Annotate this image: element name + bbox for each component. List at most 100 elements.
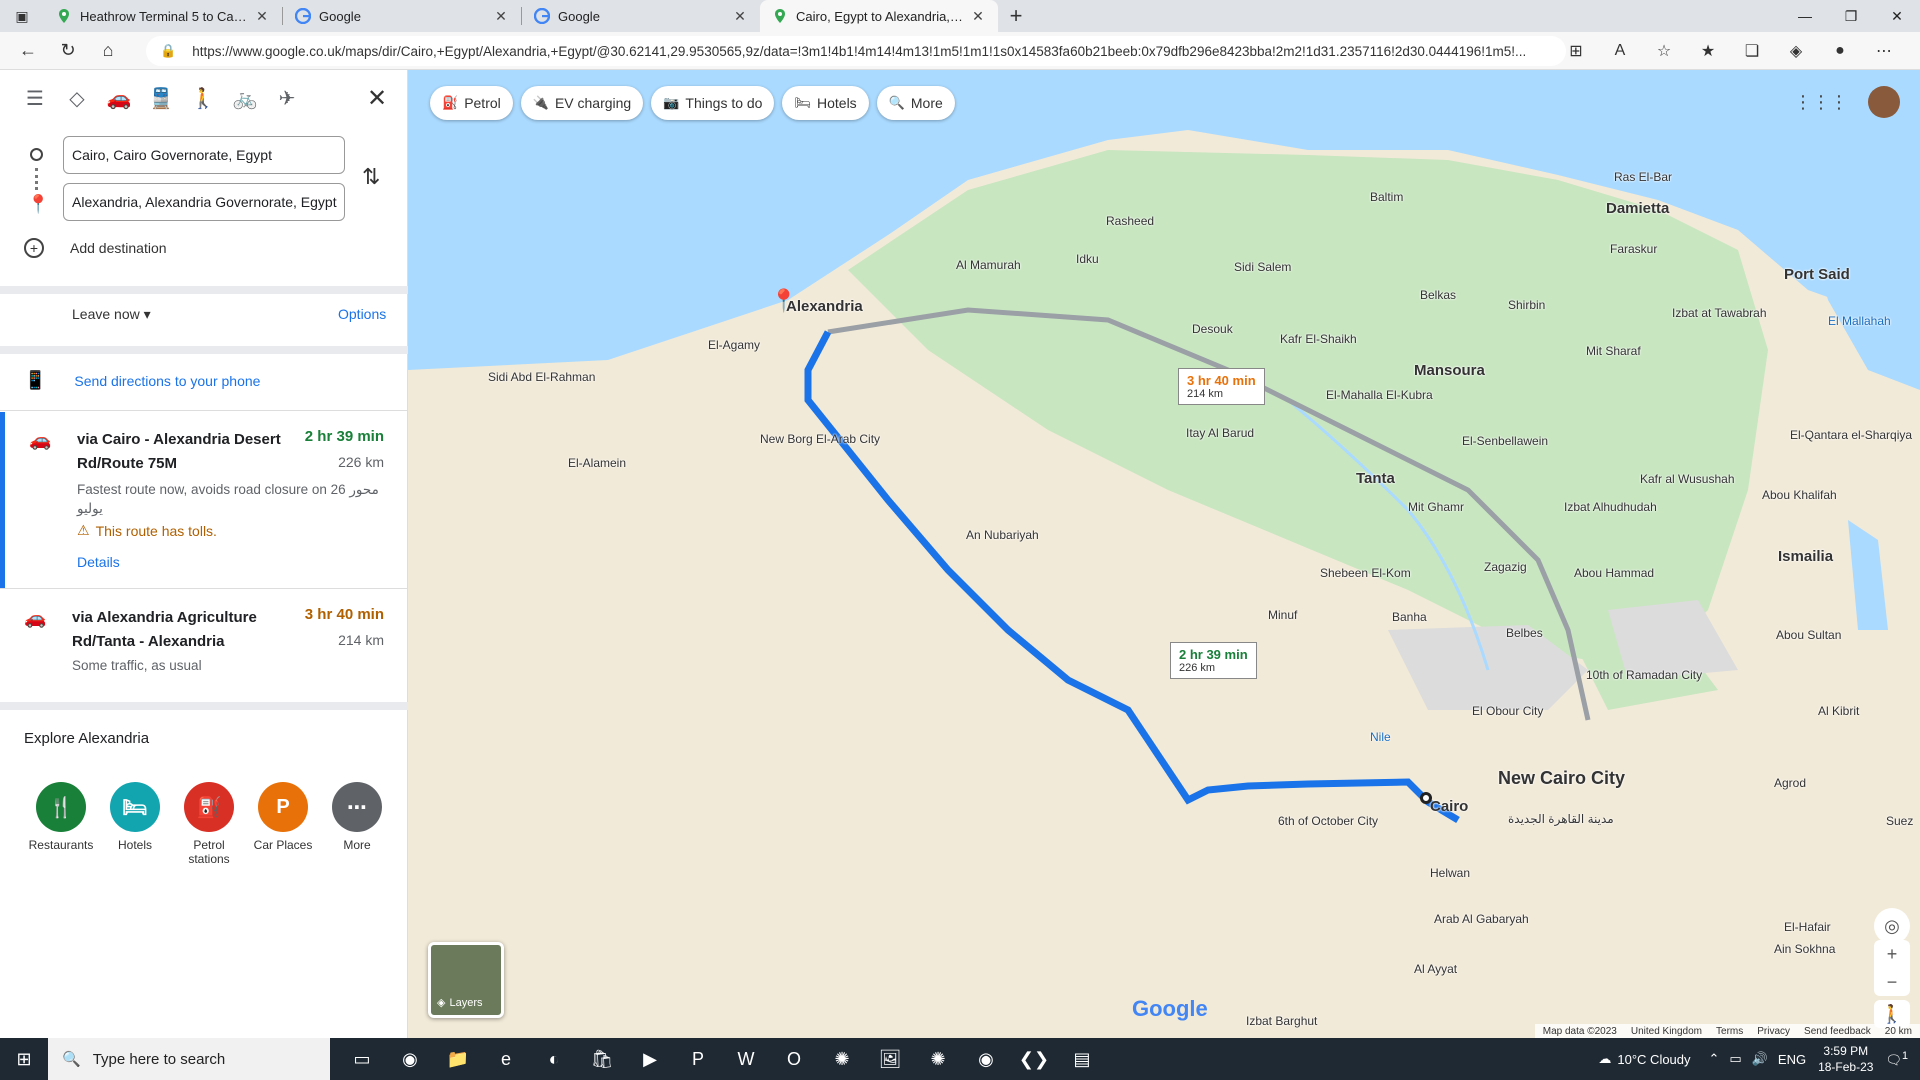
scale-bar[interactable]: 20 km [1885, 1026, 1912, 1037]
settings-more-icon[interactable]: ⋯ [1862, 41, 1906, 61]
menu-icon[interactable]: ☰ [14, 82, 56, 114]
route-option-1[interactable]: 🚗 via Alexandria Agriculture Rd/Tanta - … [0, 590, 408, 680]
url-bar[interactable]: 🔒 https://www.google.co.uk/maps/dir/Cair… [146, 36, 1566, 66]
place-damietta[interactable]: Damietta [1606, 200, 1669, 217]
volume-icon[interactable]: 🔊 [1752, 1051, 1768, 1067]
place-el-mahalla[interactable]: El-Mahalla El-Kubra [1326, 388, 1433, 402]
car-mode-icon[interactable]: 🚗 [98, 82, 140, 114]
tab-0[interactable]: Heathrow Terminal 5 to Cairo, Eg ✕ [44, 0, 282, 32]
transit-mode-icon[interactable]: 🚆 [140, 82, 182, 114]
media-player-icon[interactable]: ▶ [626, 1038, 674, 1080]
privacy-link[interactable]: Privacy [1757, 1026, 1790, 1037]
send-directions-button[interactable]: 📱 Send directions to your phone [24, 370, 260, 391]
windows-start-icon[interactable]: ⊞ [0, 1049, 48, 1070]
home-icon[interactable]: ⌂ [88, 32, 128, 70]
place-kafr-el-shaikh[interactable]: Kafr El-Shaikh [1280, 332, 1357, 346]
place-al-mamurah[interactable]: Al Mamurah [956, 258, 1021, 272]
category-restaurants[interactable]: 🍴 Restaurants [24, 782, 98, 866]
chip-hotels[interactable]: 🛏 Hotels [782, 86, 869, 120]
chip-petrol[interactable]: ⛽ Petrol [430, 86, 513, 120]
place-helwan[interactable]: Helwan [1430, 866, 1470, 880]
chrome-2-icon[interactable]: ◉ [962, 1038, 1010, 1080]
lock-icon[interactable]: 🔒 [160, 43, 176, 59]
region-link[interactable]: United Kingdom [1631, 1026, 1702, 1037]
zoom-out-icon[interactable]: − [1874, 968, 1910, 996]
place-itay-al-barud[interactable]: Itay Al Barud [1186, 426, 1254, 440]
terms-link[interactable]: Terms [1716, 1026, 1743, 1037]
send-feedback-link[interactable]: Send feedback [1804, 1026, 1871, 1037]
leave-now-dropdown[interactable]: Leave now ▾ [72, 306, 151, 323]
category-more[interactable]: ⋯ More [320, 782, 394, 866]
restore-icon[interactable]: ❐ [1828, 0, 1874, 32]
route-box-alt[interactable]: 3 hr 40 min 214 km [1178, 368, 1265, 405]
outlook-icon[interactable]: O [770, 1038, 818, 1080]
place-suez[interactable]: Suez [1886, 814, 1913, 828]
place-el-hafair[interactable]: El-Hafair [1784, 920, 1831, 934]
walk-mode-icon[interactable]: 🚶 [182, 82, 224, 114]
place-ramadan[interactable]: 10th of Ramadan City [1586, 668, 1702, 682]
layers-button[interactable]: ◈ Layers [428, 942, 504, 1018]
add-favorite-icon[interactable]: ☆ [1642, 41, 1686, 61]
place-minuf[interactable]: Minuf [1268, 608, 1297, 622]
place-belbes[interactable]: Belbes [1506, 626, 1543, 640]
destination-input[interactable]: Alexandria, Alexandria Governorate, Egyp… [63, 183, 345, 221]
chip-things-to-do[interactable]: 📷 Things to do [651, 86, 775, 120]
chatgpt-2-icon[interactable]: ✺ [914, 1038, 962, 1080]
place-port-said[interactable]: Port Said [1784, 266, 1850, 283]
map-canvas[interactable]: ⛽ Petrol 🔌 EV charging 📷 Things to do 🛏 Hote… [408, 70, 1920, 1038]
favorites-icon[interactable]: ★ [1686, 41, 1730, 61]
place-al-ayyat[interactable]: Al Ayyat [1414, 962, 1457, 976]
place-ain-sokhna[interactable]: Ain Sokhna [1774, 942, 1835, 956]
place-alexandria[interactable]: Alexandria [786, 298, 863, 315]
file-explorer-icon[interactable]: 📁 [434, 1038, 482, 1080]
place-el-senbellawein[interactable]: El-Senbellawein [1462, 434, 1548, 448]
place-an-nubariyah[interactable]: An Nubariyah [966, 528, 1039, 542]
place-sidi-salem[interactable]: Sidi Salem [1234, 260, 1291, 274]
place-faraskur[interactable]: Faraskur [1610, 242, 1657, 256]
place-mit-ghamr[interactable]: Mit Ghamr [1408, 500, 1464, 514]
profile-icon[interactable]: ● [1818, 42, 1862, 60]
place-mit-sharaf[interactable]: Mit Sharaf [1586, 344, 1641, 358]
close-tab-icon[interactable]: ✕ [493, 8, 509, 25]
category-petrol[interactable]: ⛽ Petrol stations [172, 782, 246, 866]
place-izbat-alhudhudah[interactable]: Izbat Alhudhudah [1564, 500, 1657, 514]
close-tab-icon[interactable]: ✕ [254, 8, 270, 25]
minimize-icon[interactable]: — [1782, 0, 1828, 32]
place-zagazig[interactable]: Zagazig [1484, 560, 1527, 574]
chrome-icon[interactable]: ◉ [386, 1038, 434, 1080]
tray-chevron-icon[interactable]: ⌃ [1709, 1051, 1720, 1067]
place-idku[interactable]: Idku [1076, 252, 1099, 266]
place-october[interactable]: 6th of October City [1278, 814, 1378, 828]
clock[interactable]: 3:59 PM 18-Feb-23 [1818, 1043, 1873, 1075]
place-new-cairo[interactable]: New Cairo City [1498, 768, 1625, 789]
place-shebeen[interactable]: Shebeen El-Kom [1320, 566, 1411, 580]
tab-3-active[interactable]: Cairo, Egypt to Alexandria, Egypt ✕ [760, 0, 998, 32]
my-location-icon[interactable]: ◎ [1874, 908, 1910, 944]
tab-actions-icon[interactable]: ▣ [0, 0, 44, 32]
place-sidi-abd-el-rahman[interactable]: Sidi Abd El-Rahman [488, 370, 595, 384]
origin-input[interactable]: Cairo, Cairo Governorate, Egypt [63, 136, 345, 174]
avatar[interactable] [1868, 86, 1900, 118]
back-icon[interactable]: ← [8, 32, 48, 70]
sticky-notes-icon[interactable]: ▤ [1058, 1038, 1106, 1080]
origin-marker-icon[interactable] [1420, 792, 1432, 804]
photos-icon[interactable]: 🖼 [866, 1038, 914, 1080]
tab-1[interactable]: Google ✕ [283, 0, 521, 32]
powerpoint-icon[interactable]: P [674, 1038, 722, 1080]
apps-grid-icon[interactable]: ⋮⋮⋮ [1794, 92, 1848, 113]
details-link[interactable]: Details [77, 554, 120, 570]
close-tab-icon[interactable]: ✕ [732, 8, 748, 25]
place-rasheed[interactable]: Rasheed [1106, 214, 1154, 228]
route-box-main[interactable]: 2 hr 39 min 226 km [1170, 642, 1257, 679]
place-new-borg[interactable]: New Borg El-Arab City [760, 432, 880, 446]
weather-text[interactable]: 10°C Cloudy [1617, 1052, 1690, 1067]
taskbar-search[interactable]: 🔍 Type here to search [48, 1038, 330, 1080]
place-el-agamy[interactable]: El-Agamy [708, 338, 760, 352]
tab-2[interactable]: Google ✕ [522, 0, 760, 32]
flight-mode-icon[interactable]: ✈ [266, 82, 308, 114]
place-el-alamein[interactable]: El-Alamein [568, 456, 626, 470]
place-abou-hammad[interactable]: Abou Hammad [1574, 566, 1654, 580]
place-kafr-al-wusushah[interactable]: Kafr al Wusushah [1640, 472, 1735, 486]
place-baltim[interactable]: Baltim [1370, 190, 1403, 204]
refresh-icon[interactable]: ↻ [48, 32, 88, 70]
